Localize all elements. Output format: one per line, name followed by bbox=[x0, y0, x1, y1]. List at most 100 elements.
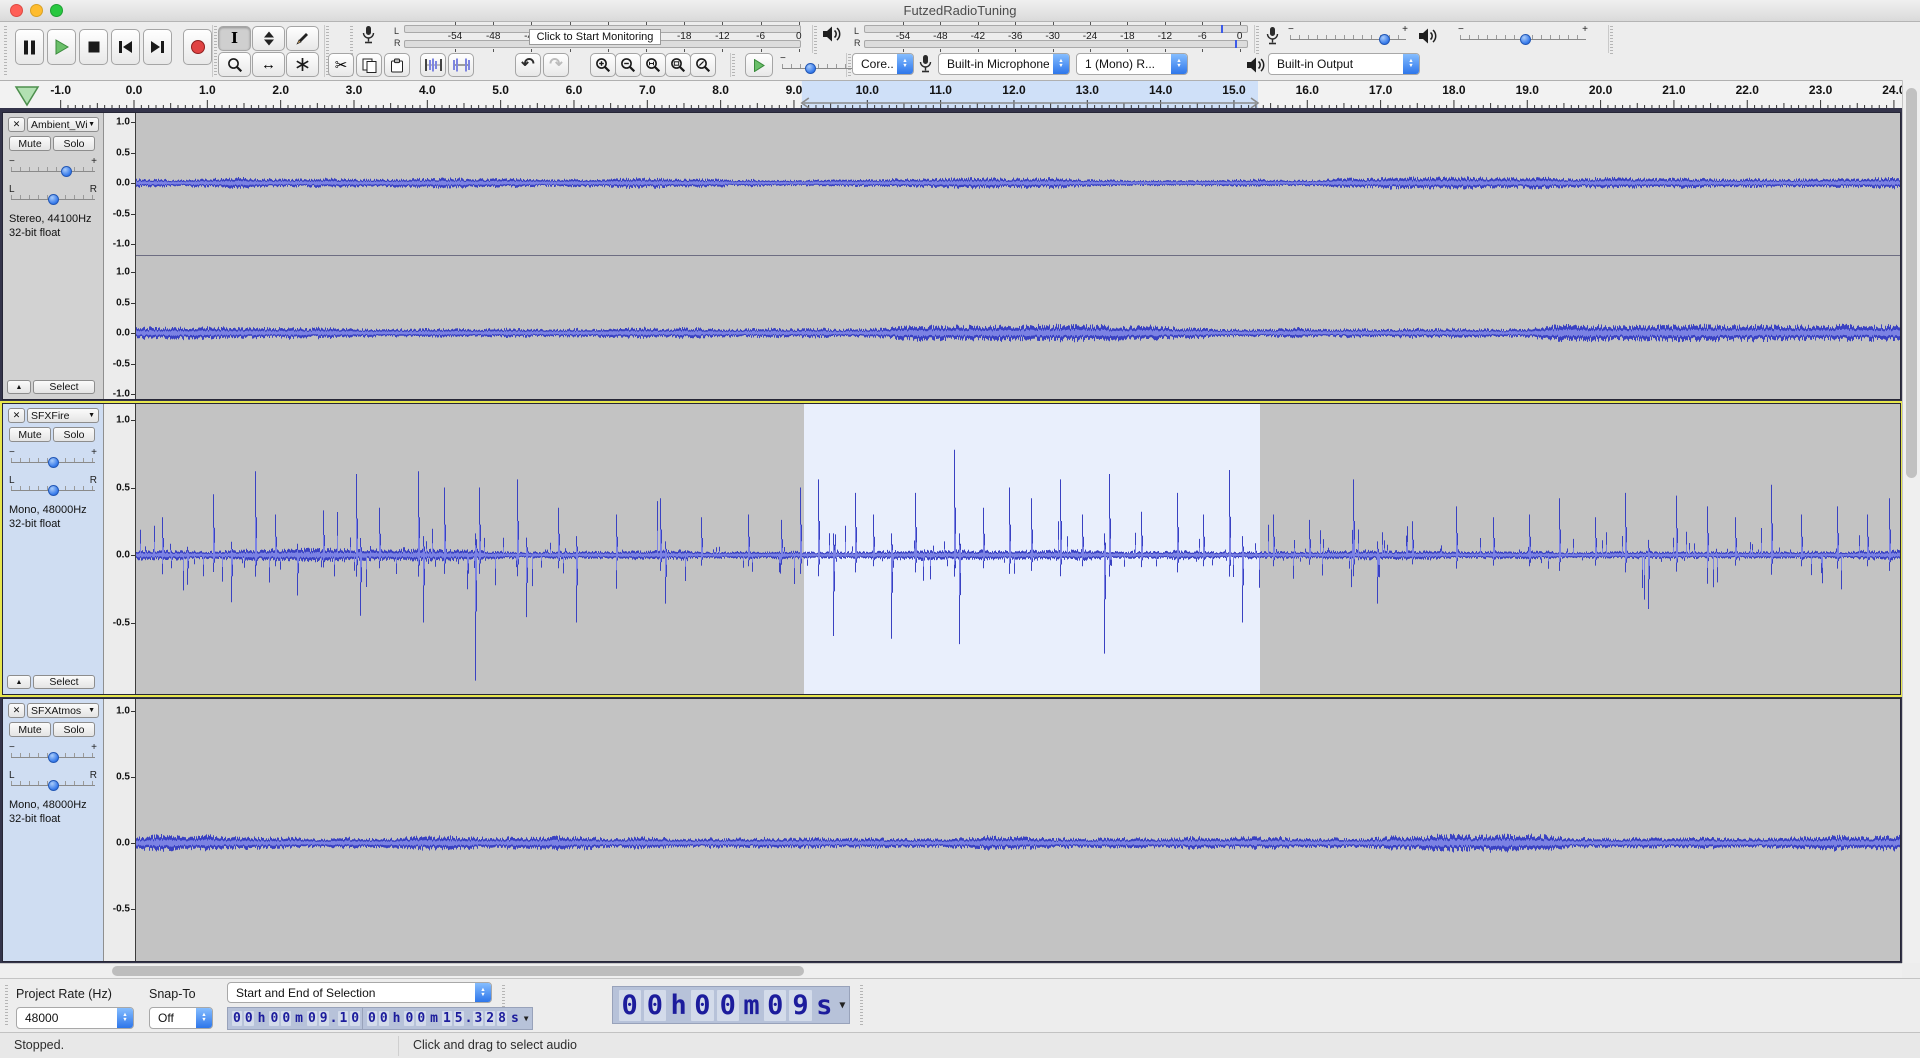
close-track-button[interactable]: ✕ bbox=[8, 703, 25, 718]
trim-outside-button[interactable] bbox=[420, 53, 446, 77]
time-digit[interactable]: 0 bbox=[350, 1011, 360, 1026]
pan-slider[interactable]: LR bbox=[9, 476, 97, 500]
skip-end-button[interactable] bbox=[143, 29, 172, 65]
selection-mode-select[interactable]: Start and End of Selection ▲▼ bbox=[227, 982, 492, 1003]
horizontal-scrollbar-thumb[interactable] bbox=[112, 966, 804, 976]
zoom-out-button[interactable] bbox=[615, 53, 641, 77]
skip-start-button[interactable] bbox=[111, 29, 140, 65]
monitoring-overlay[interactable]: Click to Start Monitoring bbox=[529, 29, 661, 45]
time-digit[interactable]: 0 bbox=[281, 1011, 291, 1026]
toolbar-grip[interactable] bbox=[860, 985, 863, 1027]
time-digit[interactable]: 1 bbox=[338, 1011, 348, 1026]
time-format-dropdown-icon[interactable]: ▼ bbox=[524, 1014, 529, 1023]
play-at-speed-button[interactable] bbox=[745, 53, 773, 77]
solo-button[interactable]: Solo bbox=[53, 136, 95, 151]
title-bar[interactable]: FutzedRadioTuning bbox=[0, 0, 1920, 22]
time-digit[interactable]: 8 bbox=[497, 1011, 507, 1026]
pan-slider[interactable]: LR bbox=[9, 771, 97, 795]
track-title-button[interactable]: SFXAtmos▼ bbox=[27, 703, 99, 718]
collapse-track-button[interactable]: ▲ bbox=[7, 675, 31, 689]
select-track-button[interactable]: Select bbox=[33, 675, 95, 689]
waveform-channel-0[interactable] bbox=[136, 404, 1900, 694]
time-digit[interactable]: 0 bbox=[269, 1011, 279, 1026]
time-digit[interactable]: 0 bbox=[404, 1011, 414, 1026]
gain-slider[interactable]: −+ bbox=[9, 157, 97, 181]
slider-thumb[interactable] bbox=[48, 752, 59, 763]
track-title-button[interactable]: SFXFire▼ bbox=[27, 408, 99, 423]
playback-device-select[interactable]: Built-in Output▲▼ bbox=[1268, 53, 1420, 75]
slider-thumb[interactable] bbox=[48, 457, 59, 468]
toolbar-grip[interactable] bbox=[5, 985, 8, 1027]
slider-thumb[interactable] bbox=[48, 485, 59, 496]
waveform-channel-0[interactable] bbox=[136, 699, 1900, 961]
snap-to-select[interactable]: Off ▲▼ bbox=[149, 1007, 213, 1029]
undo-button[interactable]: ↶ bbox=[515, 53, 541, 77]
close-track-button[interactable]: ✕ bbox=[8, 117, 25, 132]
play-button[interactable] bbox=[47, 29, 76, 65]
time-digit[interactable]: 3 bbox=[473, 1011, 483, 1026]
time-digit[interactable]: 0 bbox=[367, 1011, 377, 1026]
time-digit[interactable]: 0 bbox=[416, 1011, 426, 1026]
slider-thumb[interactable] bbox=[805, 63, 816, 74]
gain-slider[interactable]: −+ bbox=[9, 743, 97, 767]
vertical-scrollbar-thumb[interactable] bbox=[1906, 88, 1917, 478]
project-rate-select[interactable]: 48000 ▲▼ bbox=[16, 1007, 134, 1029]
recording-meter[interactable]: LR-54-48-42-36-30-24-18-12-60Click to St… bbox=[356, 22, 814, 52]
time-shift-tool-button[interactable]: ↔ bbox=[252, 52, 285, 77]
slider-thumb[interactable] bbox=[48, 780, 59, 791]
vertical-scale-ruler[interactable]: 1.00.50.0-0.5-1.01.00.50.0-0.5-1.0 bbox=[103, 113, 136, 399]
toolbar-grip[interactable] bbox=[214, 26, 217, 76]
waveform-area[interactable] bbox=[136, 699, 1900, 961]
track-title-button[interactable]: Ambient_Win▼ bbox=[27, 117, 99, 132]
toolbar-grip[interactable] bbox=[732, 54, 735, 78]
vertical-scrollbar[interactable] bbox=[1902, 80, 1920, 963]
paste-button[interactable] bbox=[384, 53, 410, 77]
time-digit[interactable]: 1 bbox=[442, 1011, 452, 1026]
time-digit[interactable]: 9 bbox=[319, 1011, 329, 1026]
selection-tool-button[interactable]: I bbox=[218, 26, 251, 51]
select-track-button[interactable]: Select bbox=[33, 380, 95, 394]
slider-thumb[interactable] bbox=[61, 166, 72, 177]
mute-button[interactable]: Mute bbox=[9, 722, 51, 737]
time-digit[interactable]: 0 bbox=[691, 990, 713, 1021]
multi-tool-button[interactable] bbox=[286, 52, 319, 77]
time-digit[interactable]: 0 bbox=[717, 990, 739, 1021]
audio-host-select[interactable]: Core...▲▼ bbox=[852, 53, 914, 75]
solo-button[interactable]: Solo bbox=[53, 427, 95, 442]
recording-device-select[interactable]: Built-in Microphone▲▼ bbox=[938, 53, 1070, 75]
time-digit[interactable]: 0 bbox=[307, 1011, 317, 1026]
zoom-tool-button[interactable] bbox=[218, 52, 251, 77]
draw-tool-button[interactable] bbox=[286, 26, 319, 51]
waveform-area[interactable] bbox=[136, 113, 1900, 399]
pause-button[interactable] bbox=[15, 29, 44, 65]
mute-button[interactable]: Mute bbox=[9, 427, 51, 442]
time-digit[interactable]: 9 bbox=[789, 990, 811, 1021]
timeline-ruler[interactable]: -1.00.01.02.03.04.05.06.07.08.09.010.011… bbox=[0, 80, 1920, 108]
playback-meter[interactable]: LR-54-48-42-36-30-24-18-12-60 bbox=[816, 22, 1256, 52]
slider-thumb[interactable] bbox=[1379, 34, 1390, 45]
time-digit[interactable]: 0 bbox=[232, 1011, 242, 1026]
waveform-channel-1[interactable] bbox=[136, 256, 1900, 399]
slider-thumb[interactable] bbox=[48, 194, 59, 205]
toolbar-grip[interactable] bbox=[1610, 26, 1613, 54]
toolbar-grip[interactable] bbox=[350, 26, 353, 54]
time-digit[interactable]: 5 bbox=[454, 1011, 464, 1026]
time-format-dropdown-icon[interactable]: ▼ bbox=[839, 1000, 845, 1011]
time-digit[interactable]: 0 bbox=[764, 990, 786, 1021]
toolbar-grip[interactable] bbox=[4, 26, 7, 76]
vertical-scale-ruler[interactable]: 1.00.50.0-0.5 bbox=[103, 699, 136, 961]
mute-button[interactable]: Mute bbox=[9, 136, 51, 151]
time-digit[interactable]: 0 bbox=[244, 1011, 254, 1026]
collapse-track-button[interactable]: ▲ bbox=[7, 380, 31, 394]
output-volume-slider[interactable]: −+ bbox=[1458, 25, 1588, 49]
gain-slider[interactable]: −+ bbox=[9, 448, 97, 472]
zoom-in-button[interactable] bbox=[590, 53, 616, 77]
copy-button[interactable] bbox=[356, 53, 382, 77]
stop-button[interactable] bbox=[79, 29, 108, 65]
fit-project-button[interactable] bbox=[665, 53, 691, 77]
input-volume-slider[interactable]: −+ bbox=[1288, 25, 1408, 49]
horizontal-scrollbar[interactable] bbox=[0, 963, 1902, 978]
solo-button[interactable]: Solo bbox=[53, 722, 95, 737]
vertical-scale-ruler[interactable]: 1.00.50.0-0.5 bbox=[103, 404, 136, 694]
envelope-tool-button[interactable] bbox=[252, 26, 285, 51]
